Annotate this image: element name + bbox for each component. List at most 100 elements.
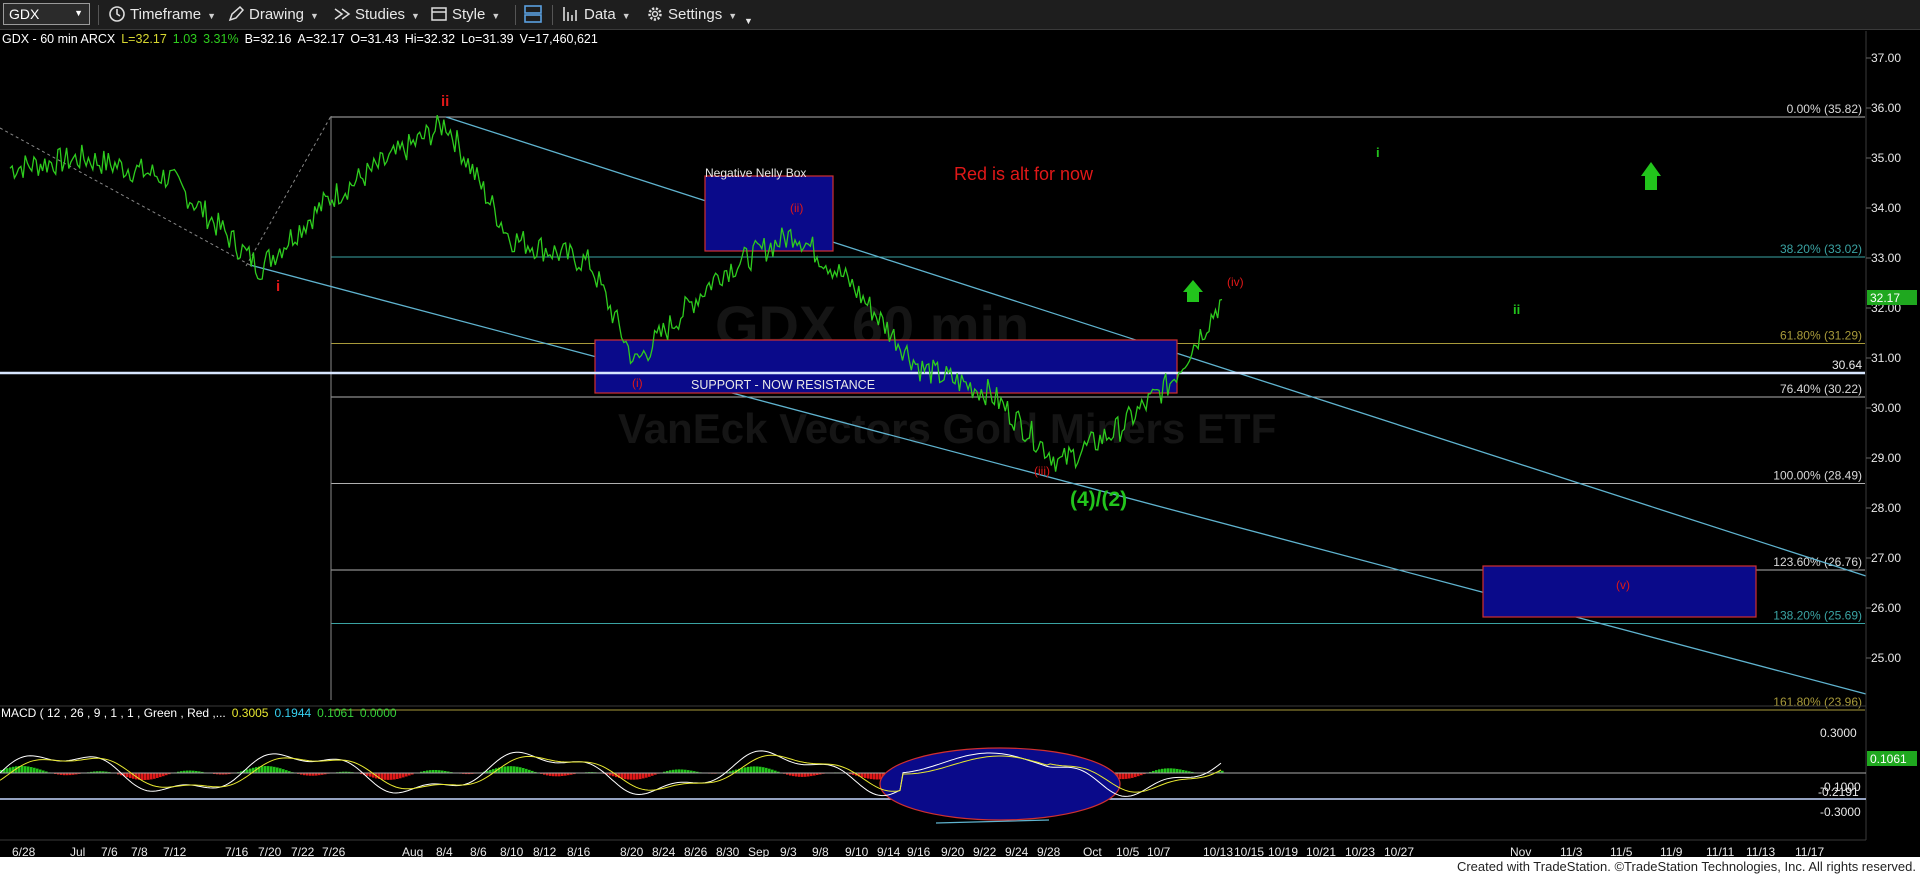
macd-histogram-bar xyxy=(807,773,810,777)
macd-histogram-bar xyxy=(1170,768,1173,774)
bars-icon xyxy=(563,7,577,21)
macd-histogram-bar xyxy=(516,766,519,774)
red-alt-note: Red is alt for now xyxy=(954,164,1094,184)
time-axis-label: 8/10 xyxy=(500,845,524,857)
toolbar-overflow-icon[interactable]: ▼ xyxy=(744,10,753,32)
price-tick-label: 30.00 xyxy=(1871,401,1901,415)
macd-v3: 0.1061 xyxy=(317,706,354,720)
macd-header: MACD ( 12 , 26 , 9 , 1 , 1 , Green , Red… xyxy=(1,706,397,720)
time-axis-label: 8/12 xyxy=(533,845,557,857)
chart-header: GDX - 60 min ARCX L=32.17 1.03 3.31% B=32.16… xyxy=(2,32,598,46)
macd-histogram-bar xyxy=(246,769,249,773)
price-tick-label: 26.00 xyxy=(1871,601,1901,615)
macd-histogram-bar xyxy=(144,773,147,780)
layout-icon xyxy=(524,5,542,23)
macd-histogram-bar xyxy=(870,773,873,780)
macd-histogram-bar xyxy=(33,767,36,773)
macd-tick-1: 0.3000 xyxy=(1820,726,1857,740)
time-axis-label: 8/30 xyxy=(716,845,740,857)
macd-histogram-bar xyxy=(762,767,765,773)
macd-histogram-bar xyxy=(1158,769,1161,773)
chevron-down-icon[interactable]: ▼ xyxy=(74,8,83,18)
studies-button[interactable]: Studies ▼ xyxy=(333,4,420,26)
macd-histogram-bar xyxy=(759,766,762,774)
time-axis-label: 6/28 xyxy=(12,845,36,857)
price-tick-label: 36.00 xyxy=(1871,101,1901,115)
time-axis-label: 9/28 xyxy=(1037,845,1061,857)
chevron-down-icon: ▼ xyxy=(411,11,420,21)
data-button[interactable]: Data ▼ xyxy=(562,4,631,26)
style-button[interactable]: Style ▼ xyxy=(430,4,500,26)
macd-level-label: -0.2191 xyxy=(1818,785,1859,799)
timeframe-button[interactable]: Timeframe ▼ xyxy=(108,4,216,26)
macd-histogram-bar xyxy=(804,773,807,777)
macd-histogram-bar xyxy=(642,773,645,779)
macd-histogram-bar xyxy=(798,773,801,777)
time-axis-label: 9/3 xyxy=(780,845,797,857)
macd-histogram-bar xyxy=(267,766,270,773)
drawing-button[interactable]: Drawing ▼ xyxy=(227,4,319,26)
symbol-selector[interactable]: GDX ▼ xyxy=(3,3,90,25)
macd-histogram-bar xyxy=(678,769,681,774)
macd-highlight-ellipse xyxy=(879,747,1121,821)
macd-histogram-bar xyxy=(1128,773,1131,779)
wave-4-2-label: (4)/(2) xyxy=(1070,488,1127,511)
wave-ii-green-label: ii xyxy=(1513,302,1520,317)
time-axis-label: 11/3 xyxy=(1560,845,1583,857)
time-axis-label: Oct xyxy=(1083,845,1102,857)
fib-label: 100.00% (28.49) xyxy=(1773,469,1862,483)
macd-histogram-bar xyxy=(504,766,507,773)
macd-histogram-bar xyxy=(621,773,624,779)
wave-i-green-label: i xyxy=(1376,145,1380,160)
macd-histogram-bar xyxy=(861,773,864,778)
time-axis-label: 7/6 xyxy=(101,845,118,857)
macd-histogram-bar xyxy=(30,767,33,774)
price-tick-label: 34.00 xyxy=(1871,201,1901,215)
macd-histogram-bar xyxy=(261,766,264,773)
macd-histogram-bar xyxy=(876,773,879,780)
macd-histogram-bar xyxy=(645,773,648,778)
macd-histogram-bar xyxy=(264,766,267,774)
macd-histogram-bar xyxy=(744,767,747,773)
wave-i-paren-label: (i) xyxy=(632,376,643,390)
macd-histogram-bar xyxy=(126,773,129,778)
footer: Created with TradeStation. ©TradeStation… xyxy=(0,857,1920,877)
macd-histogram-bar xyxy=(249,768,252,774)
price-tick-label: 25.00 xyxy=(1871,651,1901,665)
macd-histogram-bar xyxy=(141,773,144,780)
time-axis-label: 7/8 xyxy=(131,845,148,857)
macd-histogram-bar xyxy=(864,773,867,778)
macd-histogram-bar xyxy=(681,769,684,773)
time-axis-label: 10/19 xyxy=(1268,845,1298,857)
macd-histogram-bar xyxy=(1134,773,1137,778)
macd-histogram-bar xyxy=(27,766,30,773)
macd-histogram-bar xyxy=(1122,773,1125,780)
macd-histogram-bar xyxy=(801,773,804,777)
time-axis-label: Nov xyxy=(1510,845,1531,857)
toolbar: GDX ▼ Timeframe ▼ Drawing ▼ Studies ▼ Style… xyxy=(0,0,1920,30)
macd-histogram-bar xyxy=(279,768,282,773)
macd-histogram-bar xyxy=(771,769,774,774)
price-chart[interactable]: GDX - 60 min ARCX L=32.17 1.03 3.31% B=32.16… xyxy=(0,30,1920,857)
macd-histogram-bar xyxy=(519,767,522,773)
macd-histogram-bar xyxy=(1176,768,1179,774)
macd-histogram-bar xyxy=(393,773,396,780)
chevron-down-icon: ▼ xyxy=(207,11,217,21)
time-axis-label: 8/16 xyxy=(567,845,591,857)
gear-icon xyxy=(648,7,662,21)
clock-icon xyxy=(109,6,125,22)
settings-button[interactable]: Settings ▼ xyxy=(646,4,737,26)
footer-copyright: Created with TradeStation. ©TradeStation… xyxy=(1456,859,1916,874)
layout-button[interactable] xyxy=(523,4,543,26)
drawing-label: Drawing xyxy=(249,6,305,23)
support-resistance-label: SUPPORT - NOW RESISTANCE xyxy=(691,378,875,392)
header-last: L=32.17 xyxy=(121,32,167,46)
macd-histogram-bar xyxy=(630,773,633,780)
macd-histogram-bar xyxy=(36,768,39,773)
time-axis-label: 7/22 xyxy=(291,845,315,857)
style-icon xyxy=(431,7,447,21)
macd-histogram-bar xyxy=(756,766,759,773)
time-axis-label: 10/21 xyxy=(1306,845,1336,857)
time-axis-label: 9/20 xyxy=(941,845,965,857)
macd-histogram-bar xyxy=(627,773,630,780)
